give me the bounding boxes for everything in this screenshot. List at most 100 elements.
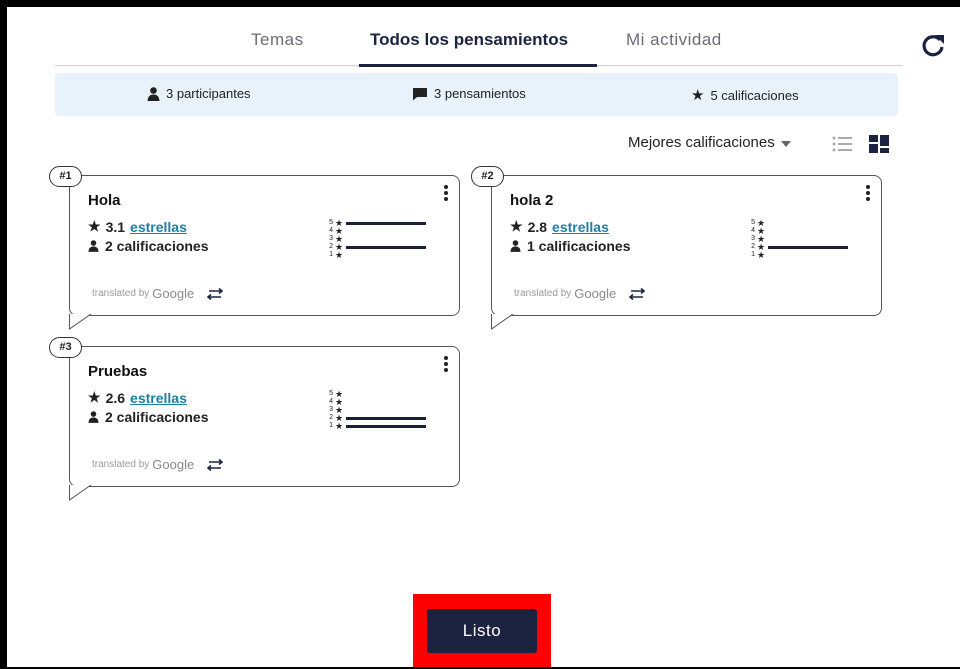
- translated-by-google[interactable]: translated by Google: [92, 286, 225, 301]
- distribution-level: 5: [329, 390, 333, 397]
- speech-tail: [69, 485, 92, 501]
- stars-link[interactable]: estrellas: [130, 219, 187, 235]
- person-icon: [88, 240, 99, 252]
- google-logo: Google: [152, 457, 195, 472]
- rating-count-label: 2 calificaciones: [105, 409, 209, 425]
- distribution-row-2: 2 ★: [325, 243, 445, 252]
- distribution-level: 5: [329, 219, 333, 226]
- card-rank-badge: #2: [471, 166, 504, 187]
- rating-value: 2.6: [105, 389, 126, 406]
- tab-bar: Temas Todos los pensamientos Mi activida…: [55, 26, 903, 67]
- card-rating-count: 1 calificaciones: [510, 238, 631, 254]
- translate-swap-icon: [628, 287, 646, 300]
- distribution-level: 4: [329, 227, 333, 234]
- card-rank-badge: #3: [49, 337, 82, 358]
- person-icon: [88, 411, 99, 423]
- distribution-row-4: 4 ★: [325, 227, 445, 236]
- translated-by-google[interactable]: translated by Google: [514, 286, 647, 301]
- google-logo: Google: [152, 286, 195, 301]
- distribution-level: 4: [751, 227, 755, 234]
- translated-by-label: translated by: [92, 459, 150, 470]
- rating-distribution: 5 ★ 4 ★ 3 ★ 2 ★ 1 ★: [325, 390, 445, 431]
- distribution-bar: [346, 424, 426, 428]
- distribution-row-1: 1 ★: [325, 250, 445, 260]
- distribution-row-3: 3 ★: [325, 406, 445, 415]
- done-button[interactable]: Listo: [427, 609, 537, 653]
- distribution-bar: [346, 221, 426, 225]
- tab-todos-los-pensamientos[interactable]: Todos los pensamientos: [370, 30, 568, 50]
- tab-temas[interactable]: Temas: [251, 30, 304, 50]
- participants-label: 3 participantes: [166, 86, 251, 101]
- star-icon: ★: [335, 250, 344, 260]
- distribution-level: 1: [751, 251, 755, 258]
- sort-dropdown[interactable]: Mejores calificaciones: [628, 134, 791, 151]
- card-rank-badge: #1: [49, 166, 82, 187]
- sort-label: Mejores calificaciones: [628, 134, 775, 151]
- distribution-row-3: 3 ★: [325, 235, 445, 244]
- tab-mi-actividad[interactable]: Mi actividad: [626, 30, 722, 50]
- distribution-row-5: 5 ★: [325, 219, 445, 228]
- stars-link[interactable]: estrellas: [552, 219, 609, 235]
- card-rating: ★ 2.6 estrellas: [88, 389, 187, 406]
- rating-value: 3.1: [105, 218, 126, 235]
- translated-by-google[interactable]: translated by Google: [92, 457, 225, 472]
- card-rating-count: 2 calificaciones: [88, 409, 209, 425]
- distribution-level: 2: [751, 243, 755, 250]
- star-icon: ★: [88, 389, 101, 405]
- distribution-bar: [768, 245, 848, 249]
- rating-distribution: 5 ★ 4 ★ 3 ★ 2 ★ 1 ★: [325, 219, 445, 260]
- more-options-icon[interactable]: [865, 185, 871, 203]
- distribution-level: 3: [751, 235, 755, 242]
- card-rating-count: 2 calificaciones: [88, 238, 209, 254]
- person-icon: [147, 86, 160, 101]
- distribution-level: 2: [329, 243, 333, 250]
- distribution-row-2: 2 ★: [325, 414, 445, 423]
- distribution-level: 1: [329, 422, 333, 429]
- rating-distribution: 5 ★ 4 ★ 3 ★ 2 ★ 1 ★: [747, 219, 867, 260]
- google-logo: Google: [574, 286, 617, 301]
- thought-card[interactable]: #3 Pruebas ★ 2.6 estrellas 2 calificacio…: [49, 337, 460, 501]
- distribution-level: 2: [329, 414, 333, 421]
- thought-card[interactable]: #2 hola 2 ★ 2.8 estrellas 1 calificacion…: [471, 166, 882, 330]
- card-rating: ★ 3.1 estrellas: [88, 218, 187, 235]
- star-icon: ★: [335, 421, 344, 431]
- thoughts-label: 3 pensamientos: [434, 86, 526, 101]
- distribution-row-5: 5 ★: [325, 390, 445, 399]
- grid-view-icon[interactable]: [869, 135, 889, 153]
- rating-count-label: 2 calificaciones: [105, 238, 209, 254]
- distribution-row-3: 3 ★: [747, 235, 867, 244]
- distribution-level: 3: [329, 406, 333, 413]
- thoughts-stat: 3 pensamientos: [412, 86, 526, 101]
- ratings-stat: ★ 5 calificaciones: [691, 86, 799, 104]
- refresh-icon[interactable]: [920, 32, 946, 58]
- distribution-row-5: 5 ★: [747, 219, 867, 228]
- card-title: hola 2: [510, 192, 554, 209]
- star-icon: ★: [88, 218, 101, 234]
- comment-icon: [413, 87, 427, 100]
- translate-swap-icon: [206, 287, 224, 300]
- chevron-down-icon: [780, 140, 791, 147]
- distribution-level: 1: [329, 251, 333, 258]
- distribution-row-1: 1 ★: [325, 421, 445, 431]
- active-tab-indicator: [359, 64, 597, 67]
- star-icon: ★: [757, 250, 766, 260]
- ratings-label: 5 calificaciones: [710, 87, 799, 103]
- stars-link[interactable]: estrellas: [130, 390, 187, 406]
- thought-card[interactable]: #1 Hola ★ 3.1 estrellas 2 calificaciones…: [49, 166, 460, 330]
- translated-by-label: translated by: [92, 288, 150, 299]
- distribution-row-4: 4 ★: [325, 398, 445, 407]
- speech-tail: [69, 314, 92, 330]
- more-options-icon[interactable]: [443, 185, 449, 203]
- distribution-row-4: 4 ★: [747, 227, 867, 236]
- more-options-icon[interactable]: [443, 356, 449, 374]
- star-icon: ★: [510, 218, 523, 234]
- speech-tail: [491, 314, 514, 330]
- translated-by-label: translated by: [514, 288, 572, 299]
- card-title: Pruebas: [88, 363, 148, 380]
- distribution-level: 4: [329, 398, 333, 405]
- star-icon: ★: [691, 87, 705, 104]
- rating-count-label: 1 calificaciones: [527, 238, 631, 254]
- distribution-row-1: 1 ★: [747, 250, 867, 260]
- person-icon: [510, 240, 521, 252]
- list-view-icon[interactable]: [832, 136, 852, 152]
